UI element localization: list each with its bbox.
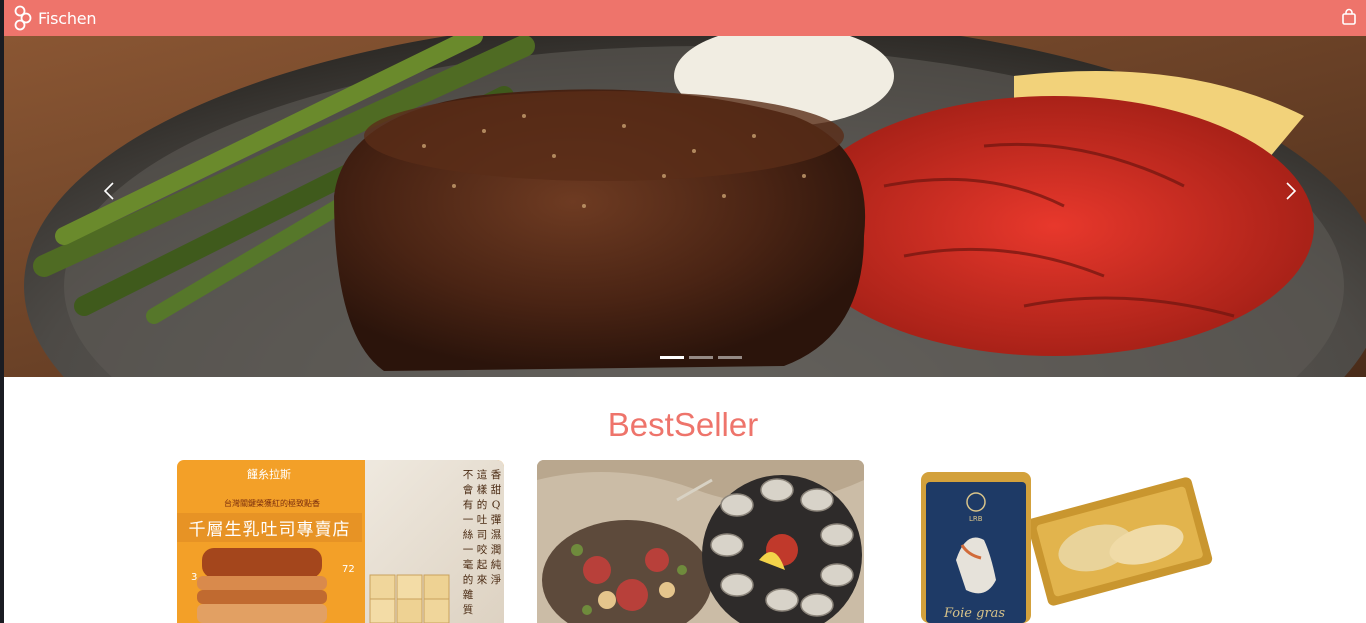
chevron-left-icon [103,182,114,200]
carousel-indicator-3[interactable] [718,356,742,359]
product-card-foie-gras[interactable]: LRB Foie gras [896,460,1223,623]
bread-logo: 饉糸拉斯 [247,468,291,481]
bread-vertical-line-3: 不會有一絲一毫的雜質 [462,469,474,616]
brand-name: Fischen [38,8,97,28]
product-card-bread[interactable]: 饉糸拉斯 台灣關鍵榮獲紅的極致點香 千層生乳吐司專賣店 3 72 香甜Q彈濕潤純… [177,460,504,623]
bread-badge-right: 72 [342,564,355,575]
product-card-oysters[interactable] [537,460,864,623]
bread-vertical-line-2: 這樣的吐司咬起來 [476,469,488,586]
foie-gras-brand: LRB [969,515,983,523]
oyster-platter-image [537,460,864,623]
bread-cubes-image [369,574,450,623]
fischen-logo-icon [14,5,32,31]
brand-link[interactable]: Fischen [13,5,97,31]
foie-gras-image [896,460,1223,623]
carousel-next-button[interactable] [1276,176,1306,206]
carousel-prev-button[interactable] [94,176,124,206]
carousel-indicator-2[interactable] [689,356,713,359]
hero-carousel[interactable] [4,36,1366,377]
hero-image [4,36,1366,377]
bread-vertical-line-1: 香甜Q彈濕潤純淨 [490,469,502,586]
bread-badge-left: 3 [191,572,198,583]
bread-subtitle: 台灣關鍵榮獲紅的極致點香 [224,499,320,508]
top-navbar: Fischen [4,0,1366,36]
foie-gras-label: Foie gras [944,606,1006,621]
bread-title: 千層生乳吐司專賣店 [177,513,362,542]
bread-stack-image [197,548,327,623]
chevron-right-icon [1286,182,1297,200]
carousel-indicators [660,356,742,359]
carousel-indicator-1[interactable] [660,356,684,359]
shopping-bag-icon[interactable] [1341,8,1357,26]
bestseller-title: BestSeller [607,406,759,443]
